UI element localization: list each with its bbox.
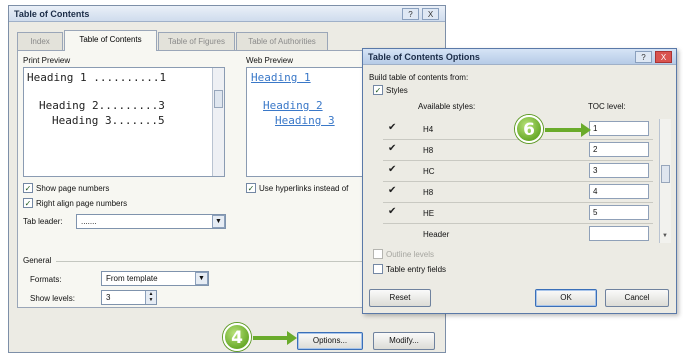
toc-title: Table of Contents bbox=[14, 9, 90, 19]
modify-button[interactable]: Modify... bbox=[373, 332, 435, 350]
cancel-button[interactable]: Cancel bbox=[605, 289, 669, 307]
help-button[interactable]: ? bbox=[402, 8, 419, 20]
general-group-label: General bbox=[23, 256, 52, 265]
styles-checkbox[interactable]: ✓ bbox=[373, 85, 383, 95]
right-align-label: Right align page numbers bbox=[36, 199, 128, 208]
right-align-checkbox[interactable]: ✓ bbox=[23, 198, 33, 208]
print-preview-scrollbar[interactable] bbox=[212, 68, 224, 176]
scroll-down-icon[interactable]: ▼ bbox=[662, 233, 668, 239]
toc-level-input[interactable] bbox=[589, 226, 649, 241]
options-titlebar: Table of Contents Options ? X bbox=[363, 49, 676, 65]
toc-level-input[interactable]: 3 bbox=[589, 163, 649, 178]
show-levels-spinner[interactable]: 3 ▲ ▼ bbox=[101, 290, 157, 305]
style-name: HC bbox=[423, 167, 435, 176]
tab-table-of-authorities[interactable]: Table of Authorities bbox=[236, 32, 328, 50]
step-6-callout: 6 bbox=[515, 115, 543, 143]
step-4-callout: 4 bbox=[223, 323, 251, 351]
print-preview-label: Print Preview bbox=[23, 56, 71, 65]
tab-leader-label: Tab leader: bbox=[23, 217, 63, 226]
ok-button[interactable]: OK bbox=[535, 289, 597, 307]
style-row[interactable]: Header bbox=[383, 224, 669, 244]
toc-level-input[interactable]: 2 bbox=[589, 142, 649, 157]
spinner-arrows-icon[interactable]: ▲ ▼ bbox=[145, 291, 156, 304]
check-icon: ✔ bbox=[388, 122, 397, 133]
style-row[interactable]: ✔ HC 3 bbox=[383, 161, 669, 181]
toc-level-input[interactable]: 5 bbox=[589, 205, 649, 220]
web-preview-link-3[interactable]: Heading 3 bbox=[275, 114, 335, 127]
show-page-numbers-label: Show page numbers bbox=[36, 184, 110, 193]
style-row[interactable]: ✔ HE 5 bbox=[383, 203, 669, 223]
scrollbar-thumb[interactable] bbox=[214, 90, 223, 108]
arrow-head-icon bbox=[581, 123, 591, 137]
web-preview-link-1[interactable]: Heading 1 bbox=[251, 71, 311, 84]
toc-titlebar: Table of Contents ? X bbox=[9, 6, 445, 22]
options-help-button[interactable]: ? bbox=[635, 51, 652, 63]
show-page-numbers-checkbox[interactable]: ✓ bbox=[23, 183, 33, 193]
options-title: Table of Contents Options bbox=[368, 52, 480, 62]
tab-leader-value: ....... bbox=[81, 217, 97, 226]
check-icon: ✔ bbox=[388, 164, 397, 175]
scrollbar-thumb[interactable] bbox=[661, 165, 670, 183]
build-from-label: Build table of contents from: bbox=[369, 73, 469, 82]
step-4-arrow bbox=[253, 336, 289, 340]
chevron-down-icon[interactable]: ▼ bbox=[195, 272, 208, 285]
arrow-head-icon bbox=[287, 331, 297, 345]
style-name: H8 bbox=[423, 188, 434, 197]
style-row[interactable]: ✔ H8 4 bbox=[383, 182, 669, 202]
styles-label: Styles bbox=[386, 86, 408, 95]
tab-table-of-contents[interactable]: Table of Contents bbox=[64, 30, 157, 51]
close-button[interactable]: X bbox=[422, 8, 439, 20]
style-row[interactable]: ✔ H8 2 bbox=[383, 140, 669, 160]
use-hyperlinks-checkbox[interactable]: ✓ bbox=[246, 183, 256, 193]
tab-table-of-figures[interactable]: Table of Figures bbox=[158, 32, 235, 50]
table-entry-fields-checkbox[interactable] bbox=[373, 264, 383, 274]
outline-levels-checkbox[interactable] bbox=[373, 249, 383, 259]
formats-label: Formats: bbox=[30, 275, 62, 284]
print-preview-line-2: Heading 2.........3 bbox=[39, 99, 165, 112]
formats-select[interactable]: From template ▼ bbox=[101, 271, 209, 286]
options-button[interactable]: Options... bbox=[297, 332, 363, 350]
style-name: HE bbox=[423, 209, 435, 218]
outline-levels-label: Outline levels bbox=[386, 250, 435, 259]
use-hyperlinks-label: Use hyperlinks instead of bbox=[259, 184, 349, 193]
styles-scrollbar[interactable]: ▼ bbox=[659, 119, 671, 243]
available-styles-header: Available styles: bbox=[418, 102, 476, 111]
reset-button[interactable]: Reset bbox=[369, 289, 431, 307]
show-levels-label: Show levels: bbox=[30, 294, 75, 303]
print-preview-box: Heading 1 ..........1 Heading 2.........… bbox=[23, 67, 225, 177]
check-icon: ✔ bbox=[388, 143, 397, 154]
toc-options-dialog: Table of Contents Options ? X Build tabl… bbox=[362, 48, 677, 314]
web-preview-label: Web Preview bbox=[246, 56, 293, 65]
style-name: H4 bbox=[423, 125, 434, 134]
toc-level-input[interactable]: 1 bbox=[589, 121, 649, 136]
check-icon: ✔ bbox=[388, 206, 397, 217]
step-6-arrow bbox=[545, 128, 583, 132]
check-icon: ✔ bbox=[388, 185, 397, 196]
toc-level-input[interactable]: 4 bbox=[589, 184, 649, 199]
show-levels-value: 3 bbox=[106, 293, 111, 302]
tab-leader-select[interactable]: ....... ▼ bbox=[76, 214, 226, 229]
style-name: H8 bbox=[423, 146, 434, 155]
print-preview-line-1: Heading 1 ..........1 bbox=[27, 71, 167, 84]
style-name: Header bbox=[423, 230, 450, 239]
print-preview-line-3: Heading 3.......5 bbox=[52, 114, 165, 127]
toc-level-header: TOC level: bbox=[588, 102, 626, 111]
formats-value: From template bbox=[106, 274, 158, 283]
web-preview-link-2[interactable]: Heading 2 bbox=[263, 99, 323, 112]
options-close-button[interactable]: X bbox=[655, 51, 672, 63]
tab-index[interactable]: Index bbox=[17, 32, 63, 50]
table-entry-fields-label: Table entry fields bbox=[386, 265, 447, 274]
chevron-down-icon[interactable]: ▼ bbox=[212, 215, 225, 228]
